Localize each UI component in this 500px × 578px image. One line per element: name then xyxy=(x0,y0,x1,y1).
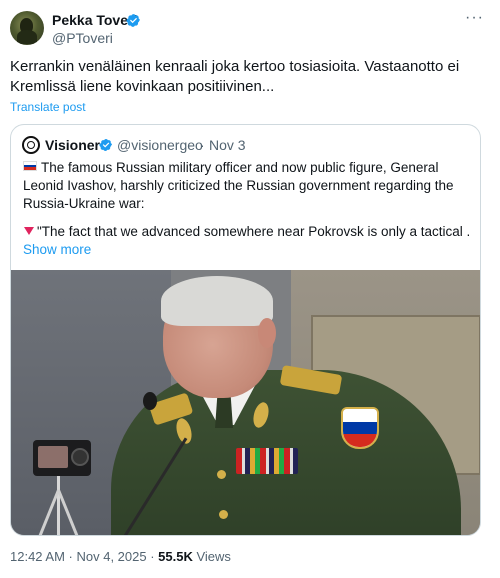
avatar-figure-body xyxy=(17,30,37,44)
post-metadata: 12:42 AM · Nov 4, 2025 · 55.5K Views xyxy=(10,549,231,565)
views-label: Views xyxy=(196,549,231,564)
quoted-post-card[interactable]: Visioner @visionergeo · Nov 3 The famous… xyxy=(10,124,481,536)
quoted-author-avatar[interactable] xyxy=(22,136,40,154)
quoted-post-text-excerpt: "The fact that we advanced somewhere nea… xyxy=(37,224,471,239)
sleeve-flag-patch xyxy=(341,407,379,449)
photo-camera xyxy=(33,440,91,476)
views-count: 55.5K xyxy=(158,549,193,564)
person-ear xyxy=(258,318,276,348)
show-more-link[interactable]: Show more xyxy=(23,242,91,257)
author-name[interactable]: Pekka Toveri xyxy=(52,12,137,29)
person-hair xyxy=(161,276,273,326)
author-handle[interactable]: @PToveri xyxy=(52,30,113,47)
quoted-post-text: The famous Russian military officer and … xyxy=(23,160,454,211)
quoted-separator: · xyxy=(200,137,205,153)
more-options-icon[interactable]: ··· xyxy=(465,10,485,27)
translate-post-link[interactable]: Translate post xyxy=(10,100,86,114)
microphone-head xyxy=(143,392,157,410)
quoted-post-photo[interactable] xyxy=(11,270,480,535)
quoted-author-name[interactable]: Visioner xyxy=(45,137,100,154)
uniform-button xyxy=(219,510,228,519)
author-avatar[interactable] xyxy=(10,11,44,45)
post-timestamp[interactable]: 12:42 AM · Nov 4, 2025 · xyxy=(10,549,155,564)
camera-lens xyxy=(71,448,89,466)
verified-badge-icon xyxy=(126,14,140,27)
post-text: Kerrankin venäläinen kenraali joka kerto… xyxy=(10,58,460,95)
quoted-author-handle[interactable]: @visionergeo xyxy=(117,137,203,154)
tripod-leg xyxy=(57,476,60,535)
quoted-avatar-eye xyxy=(27,141,35,149)
camera-screen xyxy=(38,446,68,468)
medal-ribbons xyxy=(236,448,298,474)
quoted-post-date[interactable]: Nov 3 xyxy=(209,137,246,154)
uniform-button xyxy=(217,470,226,479)
quoted-verified-badge-icon xyxy=(99,139,112,151)
